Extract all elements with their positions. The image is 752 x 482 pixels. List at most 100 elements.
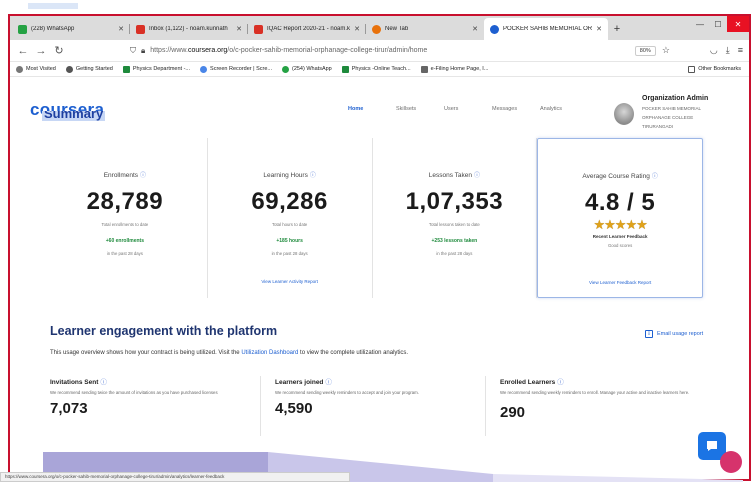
tab-gmail[interactable]: Inbox (1,122) - noam.kunnath ✕ — [130, 18, 248, 40]
tab-bar: (228) WhatsApp ✕ Inbox (1,122) - noam.ku… — [10, 16, 749, 40]
lock-icon: 🔒︎ — [141, 45, 146, 55]
learner-activity-report-link[interactable]: View Learner Activity Report — [208, 279, 372, 284]
card-title: Learning Hours ⓘ — [263, 172, 316, 179]
course-rating-card[interactable]: Average Course Rating ⓘ 4.8 / 5 ★★★★★ Rec… — [537, 138, 703, 298]
url-path: /o/c-pocker-sahib-memorial-orphanage-col… — [227, 47, 428, 54]
info-icon[interactable]: ⓘ — [310, 173, 316, 179]
whatsapp-icon — [18, 24, 27, 34]
org-line: POCKER SAHIB MEMORIAL — [642, 106, 702, 111]
bookmark-most-visited[interactable]: Most Visited — [16, 65, 56, 73]
learner-feedback-report-link[interactable]: View Learner Feedback Report — [538, 280, 702, 285]
close-icon[interactable]: ✕ — [236, 25, 242, 33]
summary-heading: Summary — [42, 111, 106, 121]
reload-icon[interactable]: ↻ — [52, 44, 66, 57]
tab-whatsapp[interactable]: (228) WhatsApp ✕ — [12, 18, 130, 40]
close-icon[interactable]: ✕ — [118, 25, 124, 33]
rating-subtitle: Recent Learner Feedback — [592, 234, 648, 239]
card-subtitle: Total enrollments to date — [101, 222, 149, 227]
card-title: Enrollments ⓘ — [103, 172, 147, 179]
engagement-title: Learner engagement with the platform — [50, 324, 278, 338]
bookmark-whatsapp[interactable]: (254) WhatsApp — [281, 65, 332, 73]
mail-icon — [254, 24, 263, 34]
nav-analytics[interactable]: Analytics — [540, 106, 588, 112]
org-crest-icon — [614, 103, 634, 125]
stat-title: Enrolled Learners ⓘ — [500, 379, 564, 386]
close-icon[interactable]: ✕ — [354, 25, 360, 33]
shield-icon: ⛉ — [130, 45, 136, 55]
whatsapp-icon — [281, 65, 289, 73]
enrolled-learners-stat: Enrolled Learners ⓘ We recommend sending … — [485, 376, 710, 436]
org-line: ORPHANAGE COLLEGE — [642, 115, 694, 120]
globe-icon — [200, 65, 208, 73]
stat-value: 290 — [500, 404, 526, 421]
app-header: coursera Home Skillsets Users Messages A… — [10, 77, 749, 129]
info-icon[interactable]: ⓘ — [100, 379, 107, 386]
maximize-icon[interactable]: ☐ — [709, 16, 727, 32]
close-icon[interactable]: ✕ — [596, 25, 602, 33]
other-bookmarks[interactable]: Other Bookmarks — [688, 65, 741, 73]
navigation-bar: ← → ↻ ⛉ 🔒︎ https://www. coursera.org/o/c-… — [10, 40, 749, 62]
download-report-icon: ⇩ — [645, 330, 653, 338]
help-widget-icon[interactable] — [720, 451, 742, 473]
gear-icon — [16, 65, 23, 73]
address-bar[interactable]: ⛉ 🔒︎ https://www. coursera.org/o/c-pocker… — [130, 43, 630, 59]
close-icon[interactable]: ✕ — [472, 25, 478, 33]
info-icon[interactable]: ⓘ — [474, 173, 480, 179]
stat-title: Invitations Sent ⓘ — [50, 379, 107, 386]
info-icon[interactable]: ⓘ — [557, 379, 564, 386]
nav-home[interactable]: Home — [348, 106, 396, 112]
stat-description: We recommend sending weekly reminders to… — [500, 390, 690, 395]
download-icon[interactable]: ⤓ — [726, 45, 730, 56]
minimize-icon[interactable]: — — [691, 16, 709, 32]
folder-icon — [688, 65, 696, 73]
bookmark-physics-online[interactable]: Physics -Online Teach... — [341, 65, 411, 73]
star-rating-icon: ★★★★★ — [593, 217, 647, 232]
new-tab-button[interactable]: + — [608, 18, 626, 40]
zoom-level[interactable]: 80% — [634, 45, 656, 56]
bookmark-physics-department[interactable]: Physics Department -... — [122, 65, 190, 73]
card-delta: +60 enrollments — [105, 238, 144, 244]
firefox-icon — [372, 24, 381, 34]
org-title: Organization Admin — [642, 95, 709, 102]
lessons-taken-card: Lessons Taken ⓘ 1,07,353 Total lessons ta… — [373, 138, 538, 298]
card-value: 69,286 — [251, 188, 328, 215]
gmail-icon — [136, 24, 145, 34]
tab-label: IQAC Report 2020-21 - noam.k — [267, 26, 351, 32]
menu-icon[interactable]: ≡ — [738, 45, 743, 56]
email-usage-report-button[interactable]: ⇩ Email usage report — [645, 330, 703, 338]
bookmark-efiling[interactable]: e-Filing Home Page, I... — [420, 65, 488, 73]
info-icon[interactable]: ⓘ — [325, 379, 332, 386]
card-subtitle: Total lessons taken to date — [428, 222, 480, 227]
sheets-icon — [341, 65, 349, 73]
enrollments-card: Enrollments ⓘ 28,789 Total enrollments to… — [43, 138, 208, 298]
summary-cards: Enrollments ⓘ 28,789 Total enrollments to… — [43, 138, 703, 298]
window-close-icon[interactable]: ✕ — [727, 16, 749, 32]
tab-label: POCKER SAHIB MEMORIAL OR — [503, 26, 593, 32]
utilization-dashboard-link[interactable]: Utilization Dashboard — [241, 350, 298, 356]
learning-hours-card: Learning Hours ⓘ 69,286 Total hours to da… — [208, 138, 373, 298]
nav-skillsets[interactable]: Skillsets — [396, 106, 444, 112]
bookmarks-bar: Most Visited Getting Started Physics Dep… — [10, 62, 749, 77]
window-controls: — ☐ ✕ — [691, 16, 749, 32]
bookmark-star-icon[interactable]: ☆ — [662, 45, 670, 56]
tab-new-tab[interactable]: New Tab ✕ — [366, 18, 484, 40]
back-icon[interactable]: ← — [16, 45, 30, 57]
info-icon[interactable]: ⓘ — [652, 174, 658, 180]
forward-icon[interactable]: → — [34, 45, 48, 57]
info-icon[interactable]: ⓘ — [140, 173, 146, 179]
card-value: 1,07,353 — [405, 188, 504, 215]
org-line: TIRURANGADI — [642, 124, 674, 129]
nav-users[interactable]: Users — [444, 106, 492, 112]
url-prefix: https://www. — [150, 47, 188, 54]
rating-note: Good scores — [607, 243, 633, 248]
card-title: Average Course Rating ⓘ — [582, 173, 658, 180]
nav-messages[interactable]: Messages — [492, 106, 540, 112]
pocket-icon[interactable]: ◡ — [710, 45, 718, 56]
tab-coursera[interactable]: POCKER SAHIB MEMORIAL OR ✕ — [484, 18, 608, 40]
bookmark-screen-recorder[interactable]: Screen Recorder | Scre... — [200, 65, 272, 73]
stat-value: 7,073 — [50, 400, 88, 417]
engagement-description: This usage overview shows how your contr… — [50, 350, 409, 356]
toolbar-right: ◡ ⤓ ≡ — [710, 45, 743, 56]
tab-iqac-report[interactable]: IQAC Report 2020-21 - noam.k ✕ — [248, 18, 366, 40]
bookmark-getting-started[interactable]: Getting Started — [65, 65, 113, 73]
